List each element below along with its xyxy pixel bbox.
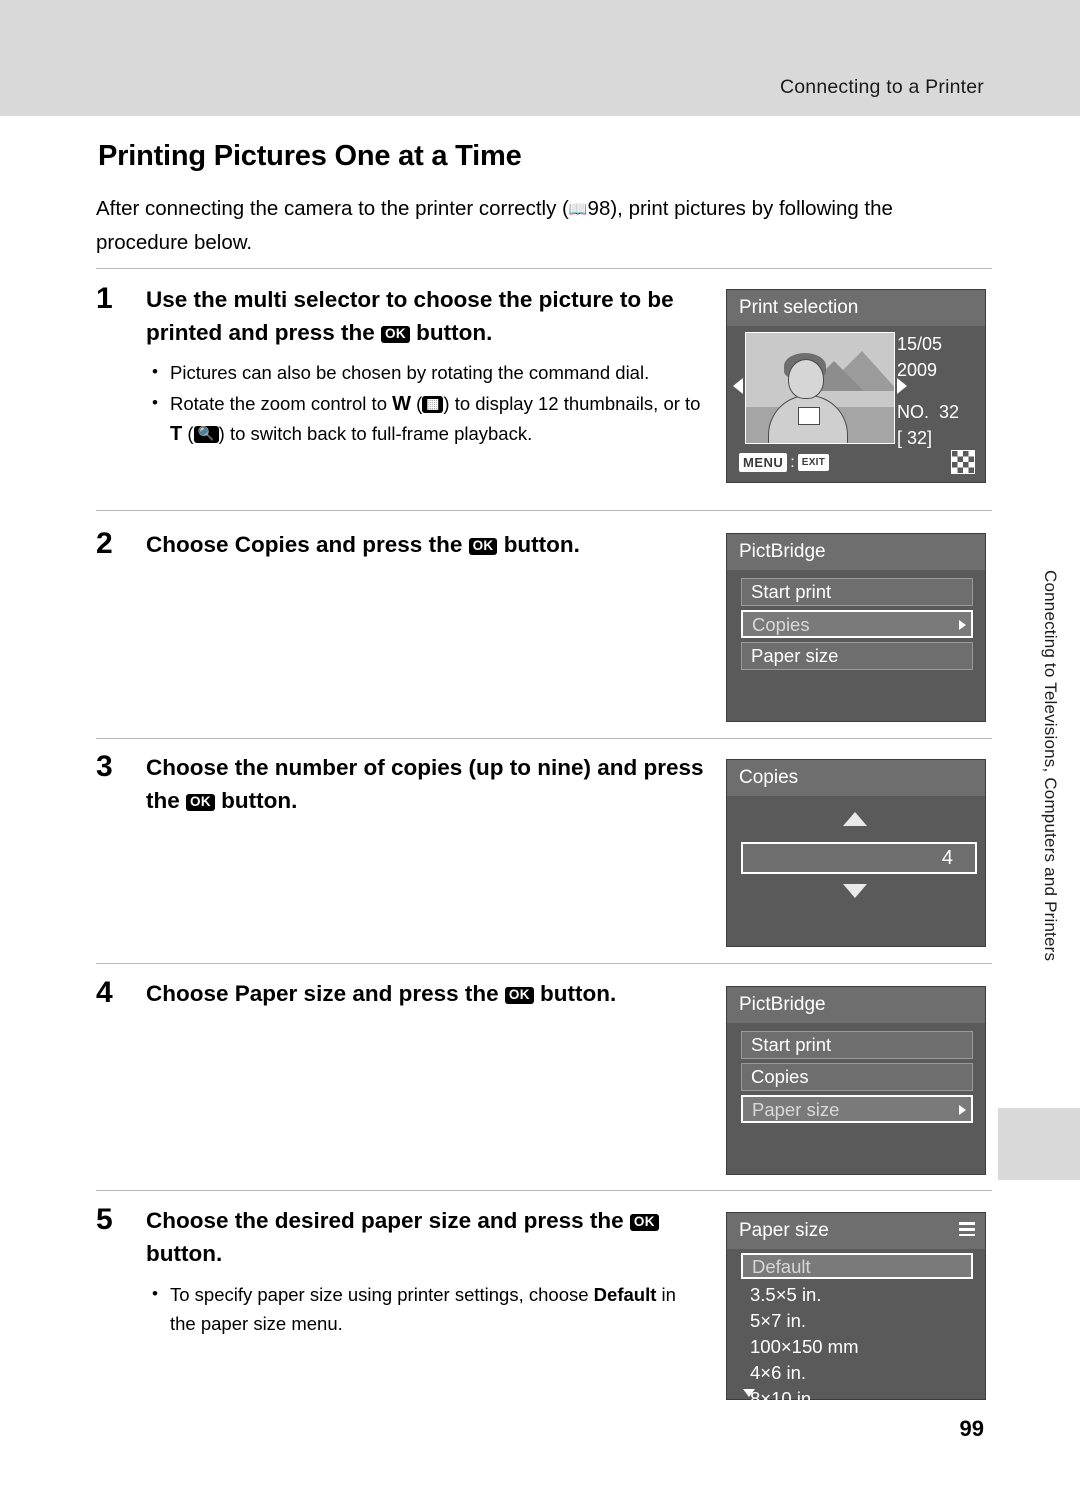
list-item: To specify paper size using printer sett… xyxy=(146,1279,706,1338)
colon: : xyxy=(790,453,795,471)
copy-count: [ 32] xyxy=(897,428,933,448)
divider-3 xyxy=(96,738,992,739)
default-keyword: Default xyxy=(593,1284,657,1305)
chevron-right-icon xyxy=(959,1105,966,1115)
menu-item-copies[interactable]: Copies xyxy=(741,610,973,638)
paper-option-3_5x5[interactable]: 3.5×5 in. xyxy=(741,1283,973,1309)
page-title: Printing Pictures One at a Time xyxy=(98,140,522,172)
up-arrow-icon[interactable] xyxy=(843,812,867,826)
screen-title: Copies xyxy=(739,767,799,788)
zoom-in-icon: 🔍 xyxy=(193,426,219,443)
screen-print-selection: Print selection 15/05 2009 NO. 32 [ 32] … xyxy=(726,289,986,483)
screen-title: PictBridge xyxy=(739,541,826,562)
copies-keyword: Copies xyxy=(234,532,310,557)
chevron-right-icon xyxy=(959,620,966,630)
menu-item-copies[interactable]: Copies xyxy=(741,1063,973,1091)
paper-option-5x7[interactable]: 5×7 in. xyxy=(741,1309,973,1335)
paper-option-4x6[interactable]: 4×6 in. xyxy=(741,1361,973,1387)
step-2-heading: Choose Copies and press the OK button. xyxy=(146,532,580,557)
step-5-heading: Choose the desired paper size and press … xyxy=(146,1204,706,1270)
screen-pictbridge-paper: PictBridge Start print Copies Paper size xyxy=(726,986,986,1175)
ok-button-icon: OK xyxy=(468,538,498,555)
scroll-indicator-icon xyxy=(959,1222,975,1236)
page-number: 99 xyxy=(959,1416,984,1441)
step-3-heading: Choose the number of copies (up to nine)… xyxy=(146,755,704,813)
divider-4 xyxy=(96,963,992,964)
screen-copies: Copies 4 xyxy=(726,759,986,947)
wide-zoom-label: W xyxy=(392,393,412,415)
intro-paragraph: After connecting the camera to the print… xyxy=(96,192,951,259)
frame-number-label: NO. 32 xyxy=(897,402,960,422)
ok-button-icon: OK xyxy=(504,987,534,1004)
date-day: 15/05 xyxy=(897,334,943,354)
menu-pill: MENU xyxy=(739,453,788,472)
divider-2 xyxy=(96,510,992,511)
screen-pictbridge-copies: PictBridge Start print Copies Paper size xyxy=(726,533,986,722)
paper-size-keyword: Paper size xyxy=(234,981,347,1006)
menu-item-start-print[interactable]: Start print xyxy=(741,578,973,606)
menu-hint: MENU : EXIT xyxy=(739,453,830,472)
menu-item-start-print[interactable]: Start print xyxy=(741,1031,973,1059)
thumbnail-icon: ▦ xyxy=(422,396,444,413)
step-1-heading: Use the multi selector to choose the pic… xyxy=(146,283,706,349)
running-head: Connecting to a Printer xyxy=(779,76,984,98)
checker-icon xyxy=(951,450,975,474)
paper-option-100x150[interactable]: 100×150 mm xyxy=(741,1335,973,1361)
step-1-heading-b: button. xyxy=(409,320,493,345)
book-icon: 📖 xyxy=(568,201,588,218)
manual-page: Connecting to a Printer Connecting to Te… xyxy=(0,0,1080,1486)
person-cup xyxy=(798,407,820,425)
person-head xyxy=(788,359,824,399)
step-3-number: 3 xyxy=(96,750,113,783)
photo-thumbnail xyxy=(745,332,895,444)
list-item: Pictures can also be chosen by rotating … xyxy=(146,357,706,387)
step-5-number: 5 xyxy=(96,1203,113,1236)
menu-item-paper-size[interactable]: Paper size xyxy=(741,642,973,670)
screen-paper-size: Paper size Default 3.5×5 in. 5×7 in. 100… xyxy=(726,1212,986,1409)
ok-button-icon: OK xyxy=(186,794,215,811)
divider-5 xyxy=(96,1190,992,1191)
screen-title: Print selection xyxy=(739,297,859,318)
step-4-number: 4 xyxy=(96,976,113,1009)
exit-pill: EXIT xyxy=(797,454,830,471)
divider-1 xyxy=(96,268,992,269)
screen-title: PictBridge xyxy=(739,994,826,1015)
tele-zoom-label: T xyxy=(170,423,183,445)
intro-ref: 98 xyxy=(587,197,611,220)
menu-item-paper-size[interactable]: Paper size xyxy=(741,1095,973,1123)
left-arrow-icon[interactable] xyxy=(733,378,743,394)
screen-title: Paper size xyxy=(739,1220,829,1241)
step-1-number: 1 xyxy=(96,282,113,315)
ok-button-icon: OK xyxy=(629,1214,659,1231)
down-arrow-icon[interactable] xyxy=(843,884,867,898)
list-item: Rotate the zoom control to W (▦) to disp… xyxy=(146,388,706,449)
side-tab-marker xyxy=(998,1108,1080,1180)
scroll-down-icon[interactable] xyxy=(743,1389,755,1397)
step-4-heading: Choose Paper size and press the OK butto… xyxy=(146,981,617,1006)
intro-part1: After connecting the camera to the print… xyxy=(96,197,569,220)
paper-option-default[interactable]: Default xyxy=(741,1253,973,1279)
copies-value[interactable]: 4 xyxy=(741,842,977,874)
step-1-bullets: Pictures can also be chosen by rotating … xyxy=(146,357,706,451)
side-tab-label: Connecting to Televisions, Computers and… xyxy=(1041,570,1060,962)
paper-option-8x10[interactable]: 8×10 in. xyxy=(741,1387,973,1413)
step-2-number: 2 xyxy=(96,527,113,560)
ok-button-icon: OK xyxy=(381,326,410,343)
date-year: 2009 xyxy=(897,360,938,380)
step-5-bullets: To specify paper size using printer sett… xyxy=(146,1279,706,1340)
